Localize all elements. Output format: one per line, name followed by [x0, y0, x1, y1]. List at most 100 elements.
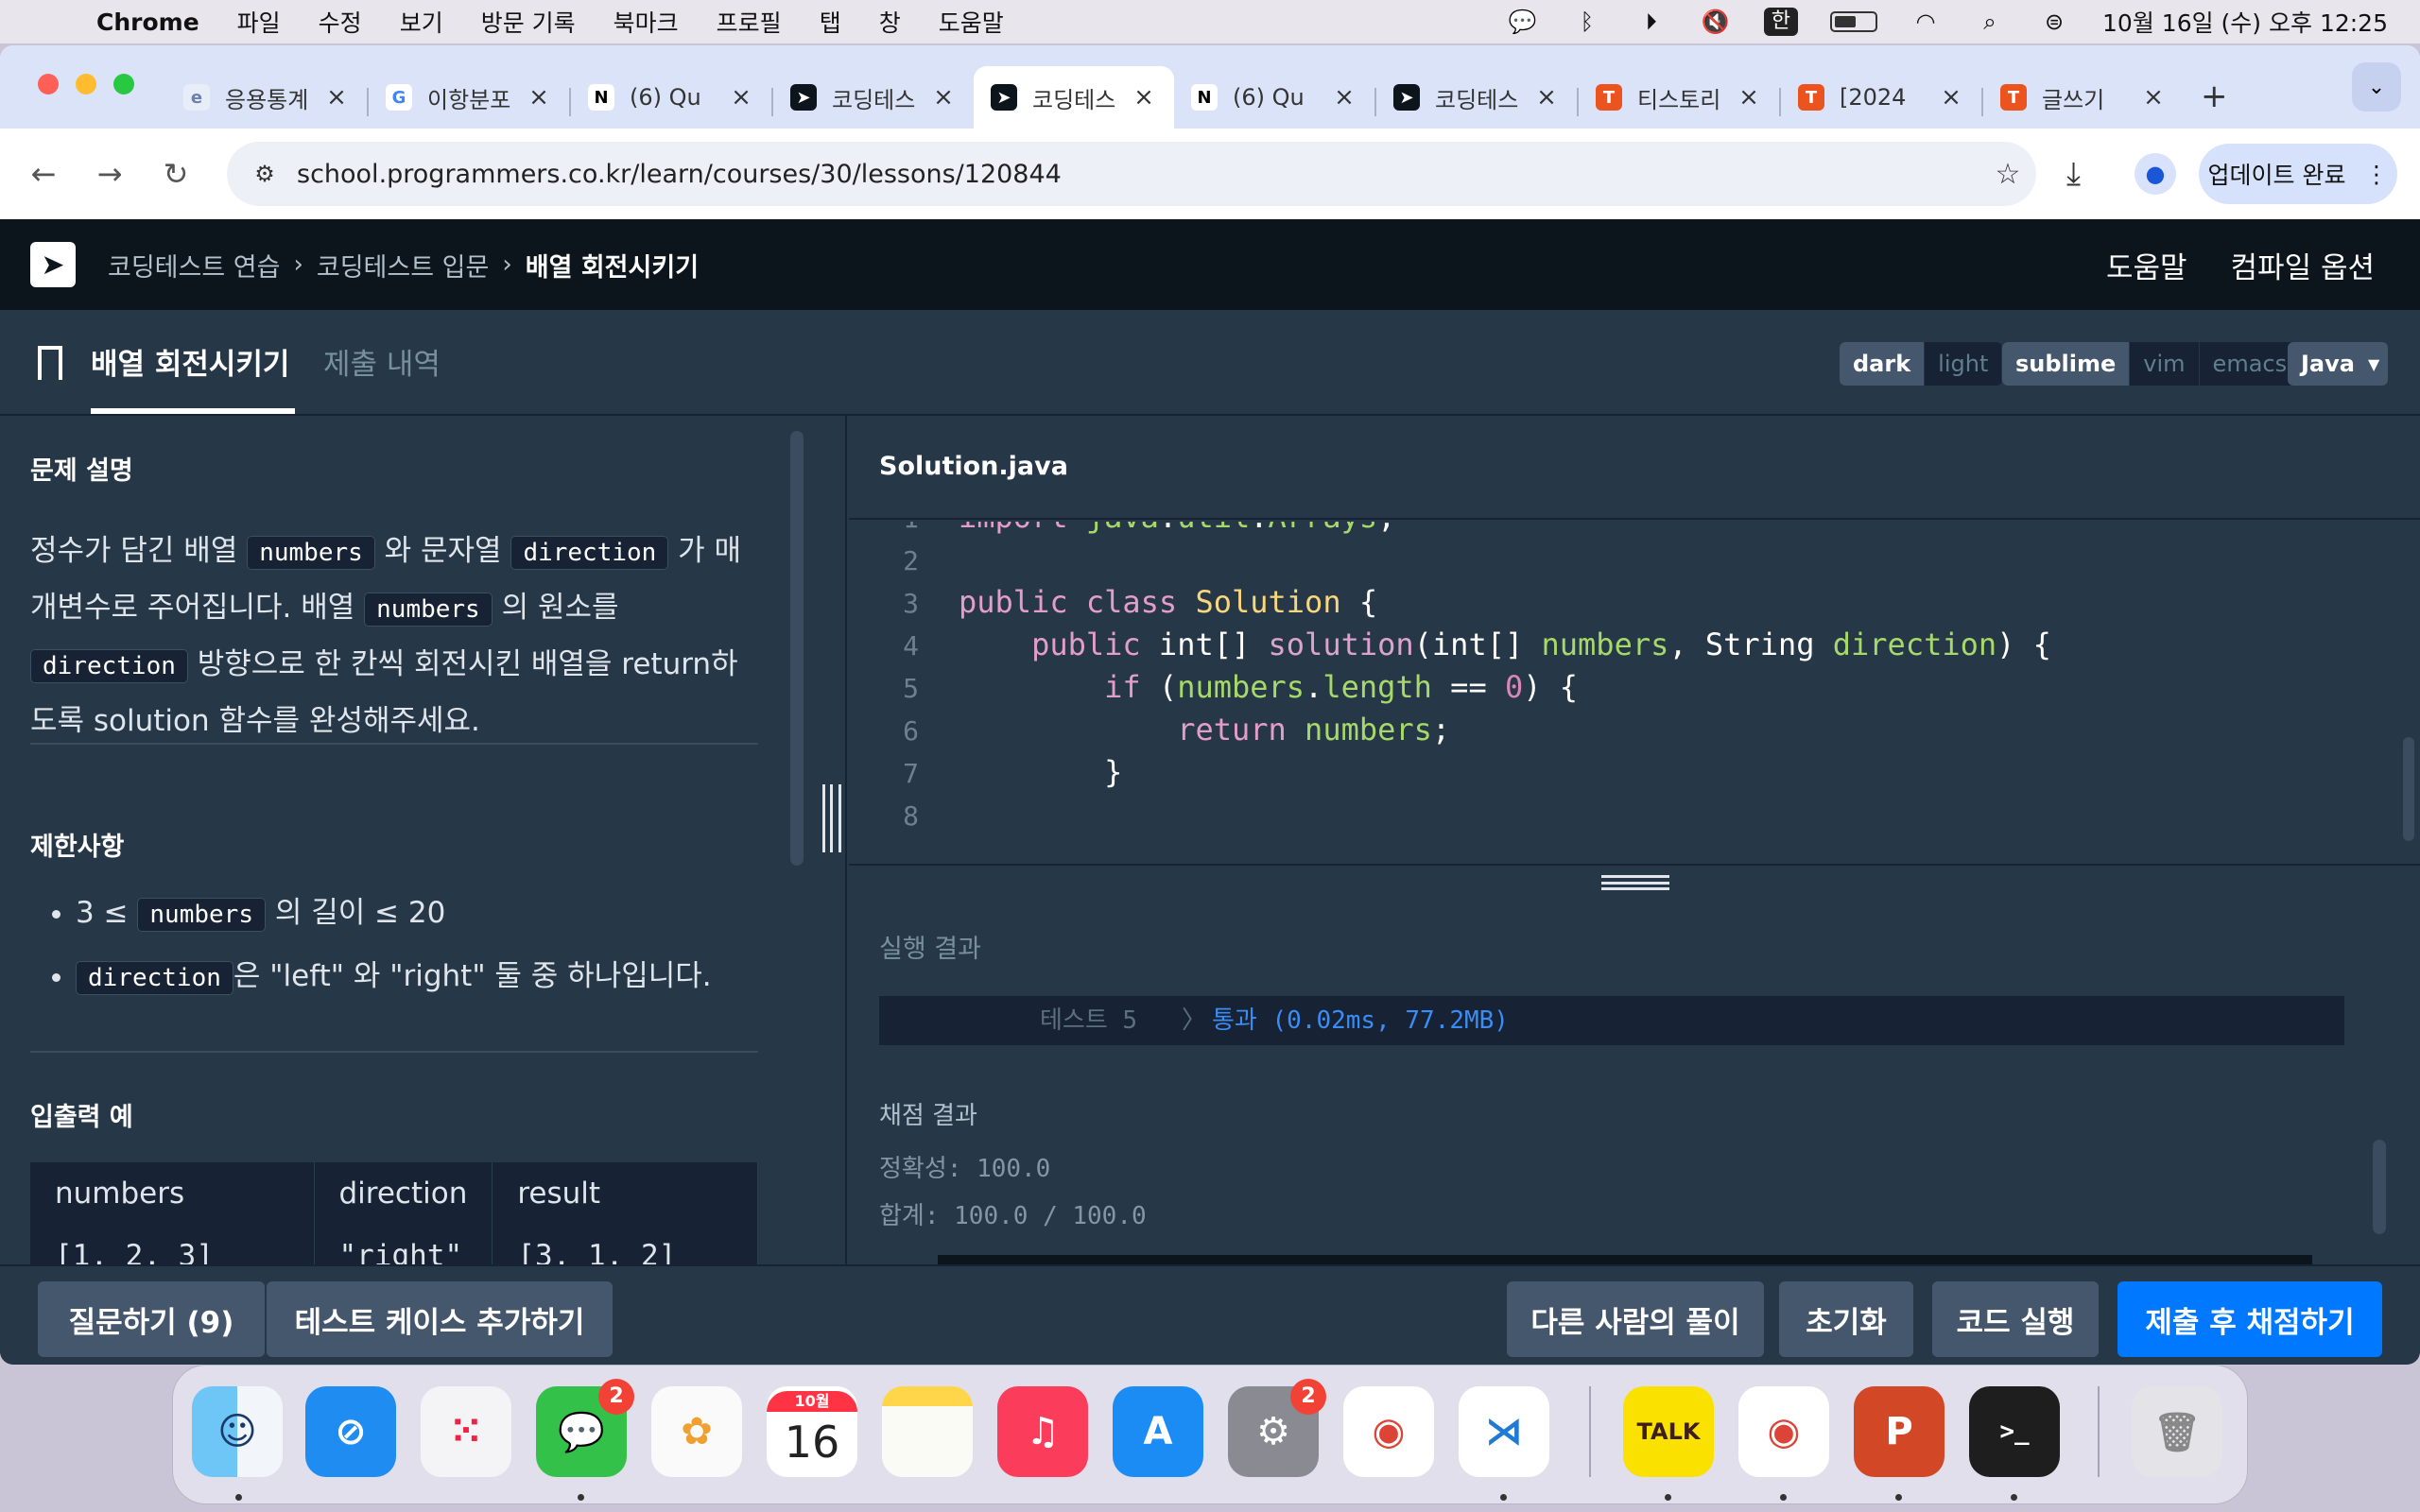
- code-line[interactable]: 5 if (numbers.length == 0) {: [849, 669, 2399, 712]
- horizontal-splitter[interactable]: [849, 864, 2420, 900]
- launchpad-icon[interactable]: ⁙: [421, 1386, 511, 1477]
- powerpoint-icon[interactable]: P: [1854, 1386, 1945, 1477]
- menu-file[interactable]: 파일: [237, 5, 281, 39]
- messenger-icon[interactable]: 💬: [1507, 8, 1539, 36]
- trash-icon[interactable]: 🗑: [2132, 1386, 2222, 1477]
- tab-submissions[interactable]: 제출 내역: [323, 340, 441, 383]
- tab-close-icon[interactable]: ×: [2140, 83, 2167, 112]
- code-editor[interactable]: 1import java.util.Arrays;23public class …: [849, 522, 2420, 864]
- terminal-icon[interactable]: >_: [1969, 1386, 2060, 1477]
- battery-icon[interactable]: [1830, 11, 1878, 32]
- menu-bookmarks[interactable]: 북마크: [614, 5, 679, 39]
- forward-icon[interactable]: →: [87, 156, 132, 192]
- reset-button[interactable]: 초기화: [1779, 1281, 1913, 1357]
- chrome-icon[interactable]: ◉: [1738, 1386, 1829, 1477]
- messages-icon[interactable]: 💬 2: [536, 1379, 634, 1477]
- tab-search-icon[interactable]: ⌄: [2352, 62, 2401, 112]
- minimize-window-button[interactable]: [76, 74, 96, 94]
- kakaotalk-icon[interactable]: TALK: [1623, 1386, 1714, 1477]
- tab-close-icon[interactable]: ×: [1131, 83, 1157, 112]
- keymap-emacs-option[interactable]: emacs: [2200, 342, 2302, 386]
- app-menu-name[interactable]: Chrome: [96, 9, 199, 36]
- vertical-splitter[interactable]: [815, 416, 847, 1264]
- nav-help-link[interactable]: 도움말: [2106, 244, 2187, 286]
- bookmark-star-icon[interactable]: ☆: [1979, 158, 2036, 191]
- address-bar[interactable]: ⚙ school.programmers.co.kr/learn/courses…: [227, 142, 2036, 206]
- tab-problem[interactable]: 배열 회전시키기: [91, 340, 289, 383]
- url-text[interactable]: school.programmers.co.kr/learn/courses/3…: [297, 160, 1979, 189]
- code-line[interactable]: 1import java.util.Arrays;: [849, 522, 2399, 541]
- browser-tab[interactable]: T 글쓰기 ×: [1983, 66, 2184, 129]
- bookmark-icon[interactable]: [38, 346, 62, 389]
- new-tab-button[interactable]: +: [2201, 77, 2228, 115]
- browser-tab[interactable]: N (6) Qu ×: [571, 66, 771, 129]
- update-button[interactable]: 업데이트 완료 ⋮: [2199, 144, 2397, 204]
- code-line[interactable]: 8: [849, 797, 2399, 839]
- keymap-vim-option[interactable]: vim: [2130, 342, 2200, 386]
- menu-window[interactable]: 창: [879, 5, 901, 39]
- finder-icon[interactable]: ☺: [192, 1386, 283, 1477]
- bluetooth-icon[interactable]: ᛒ: [1571, 8, 1603, 36]
- browser-tab[interactable]: T [2024 ×: [1781, 66, 1981, 129]
- calendar-icon[interactable]: 10월 16: [767, 1386, 857, 1477]
- code-line[interactable]: 2: [849, 541, 2399, 584]
- notes-icon[interactable]: [882, 1386, 973, 1477]
- code-line[interactable]: 3 public class Solution {: [849, 584, 2399, 627]
- browser-tab[interactable]: ➤ 코딩테스 ×: [974, 66, 1174, 129]
- tab-close-icon[interactable]: ×: [526, 83, 552, 112]
- nav-compile-options-link[interactable]: 컴파일 옵션: [2231, 244, 2375, 286]
- menu-history[interactable]: 방문 기록: [481, 5, 576, 39]
- add-testcase-button[interactable]: 테스트 케이스 추가하기: [267, 1281, 613, 1357]
- menu-profiles[interactable]: 프로필: [717, 5, 782, 39]
- system-settings-icon[interactable]: ⚙ 2: [1228, 1379, 1326, 1477]
- back-icon[interactable]: ←: [21, 156, 66, 192]
- theme-light-option[interactable]: light: [1925, 342, 2003, 386]
- tab-close-icon[interactable]: ×: [728, 83, 754, 112]
- tab-close-icon[interactable]: ×: [323, 83, 350, 112]
- tab-close-icon[interactable]: ×: [1533, 83, 1560, 112]
- close-window-button[interactable]: [38, 74, 59, 94]
- results-scrollbar[interactable]: [2373, 1140, 2386, 1234]
- editor-scrollbar[interactable]: [2403, 737, 2414, 841]
- photos-icon[interactable]: ✿: [651, 1386, 742, 1477]
- tab-close-icon[interactable]: ×: [930, 83, 957, 112]
- code-line[interactable]: 7 }: [849, 754, 2399, 797]
- browser-tab[interactable]: T 티스토리 ×: [1579, 66, 1779, 129]
- browser-tab[interactable]: ➤ 코딩테스 ×: [773, 66, 974, 129]
- breadcrumb-intro[interactable]: 코딩테스트 입문: [317, 247, 489, 284]
- breadcrumb-practice[interactable]: 코딩테스트 연습: [108, 247, 280, 284]
- reload-icon[interactable]: ↻: [153, 156, 199, 192]
- results-horizontal-scrollbar[interactable]: [938, 1255, 2312, 1264]
- vscode-icon[interactable]: ⋊: [1459, 1386, 1549, 1477]
- profile-avatar[interactable]: ●: [2135, 153, 2176, 195]
- menu-help[interactable]: 도움말: [939, 5, 1004, 39]
- control-center-icon[interactable]: ⊜: [2038, 8, 2070, 36]
- download-icon[interactable]: ⤓: [2066, 155, 2081, 193]
- safari-icon[interactable]: ⊘: [305, 1386, 396, 1477]
- submit-button[interactable]: 제출 후 채점하기: [2118, 1281, 2382, 1357]
- ask-question-button[interactable]: 질문하기 (9): [38, 1281, 265, 1357]
- browser-tab[interactable]: N (6) Qu ×: [1174, 66, 1374, 129]
- app-store-icon[interactable]: A: [1113, 1386, 1203, 1477]
- run-code-button[interactable]: 코드 실행: [1932, 1281, 2099, 1357]
- language-select[interactable]: Java ▼: [2288, 342, 2388, 386]
- others-solutions-button[interactable]: 다른 사람의 풀이: [1507, 1281, 1764, 1357]
- play-icon[interactable]: ⏵: [1635, 8, 1668, 36]
- browser-tab[interactable]: G 이항분포 ×: [369, 66, 569, 129]
- menu-tab[interactable]: 탭: [820, 5, 841, 39]
- music-icon[interactable]: ♫: [997, 1386, 1088, 1477]
- zoom-window-button[interactable]: [113, 74, 134, 94]
- drag-handle-icon[interactable]: [1601, 875, 1669, 890]
- browser-tab[interactable]: e 응용통계 ×: [166, 66, 367, 129]
- menu-view[interactable]: 보기: [400, 5, 443, 39]
- wifi-icon[interactable]: ◠: [1910, 8, 1942, 36]
- tab-close-icon[interactable]: ×: [1331, 83, 1357, 112]
- keymap-sublime-option[interactable]: sublime: [2002, 342, 2131, 386]
- menu-edit[interactable]: 수정: [319, 5, 362, 39]
- problem-scrollbar[interactable]: [790, 431, 804, 866]
- programmers-logo[interactable]: ➤: [30, 242, 76, 287]
- mute-icon[interactable]: 🔇: [1700, 8, 1732, 36]
- chrome-icon[interactable]: ◉: [1343, 1386, 1434, 1477]
- menubar-clock[interactable]: 10월 16일 (수) 오후 12:25: [2102, 5, 2388, 39]
- tab-close-icon[interactable]: ×: [1736, 83, 1762, 112]
